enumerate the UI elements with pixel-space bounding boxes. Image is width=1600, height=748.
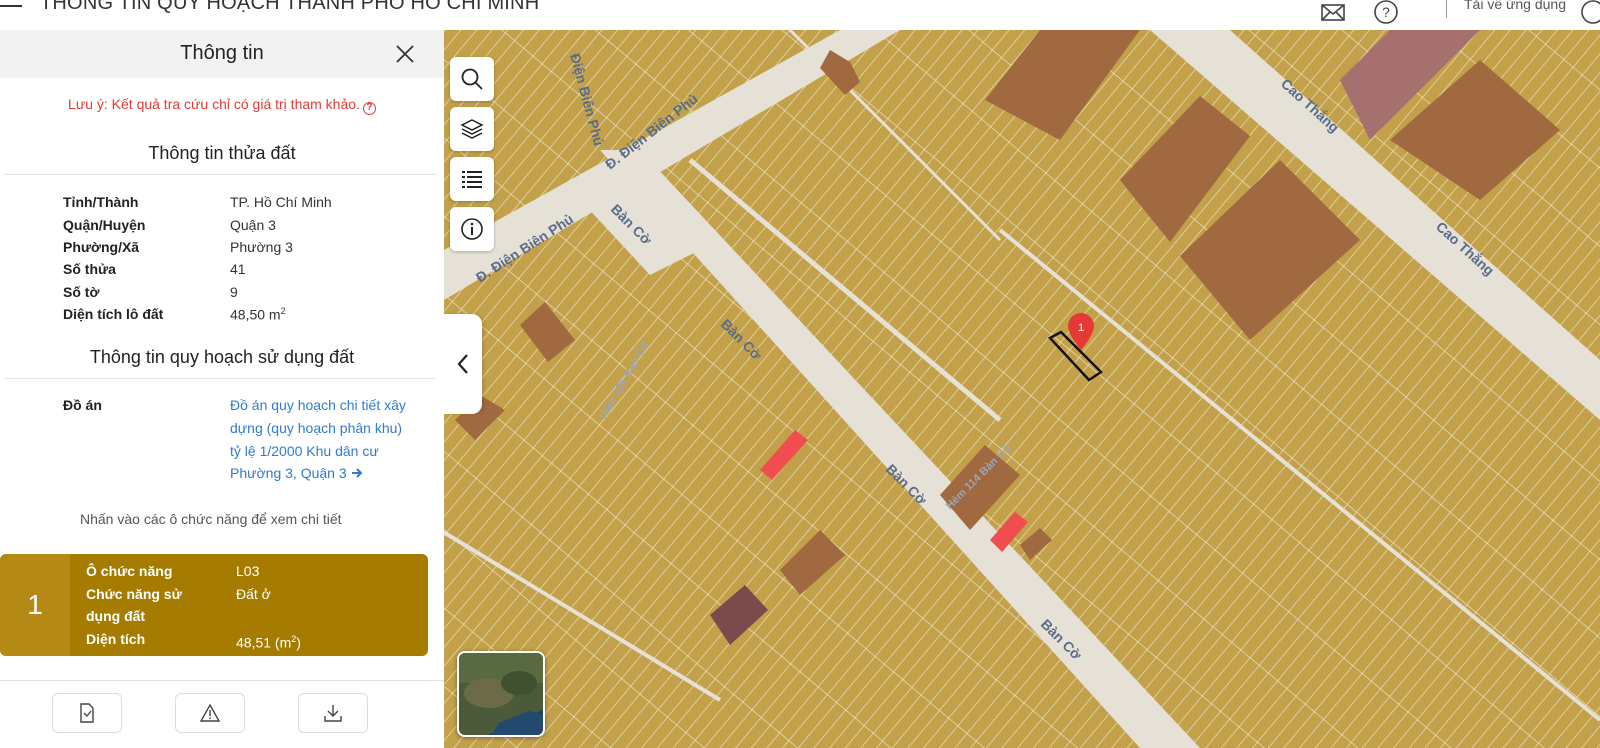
info-row-sheet-number: Số tờ 9 xyxy=(63,281,444,303)
panel-header: Thông tin xyxy=(0,30,444,78)
info-value: Phường 3 xyxy=(230,238,293,255)
info-value: 48,50 m2 xyxy=(230,306,286,323)
function-label: Chức năng sử dụng đất xyxy=(86,585,182,625)
area-superscript: 2 xyxy=(280,305,286,316)
info-icon[interactable] xyxy=(450,207,494,251)
project-link[interactable]: Đồ án quy hoạch chi tiết xây dựng (quy h… xyxy=(230,394,415,484)
function-label: Ô chức năng xyxy=(86,563,173,579)
list-icon[interactable] xyxy=(450,157,494,201)
project-row: Đồ án Đồ án quy hoạch chi tiết xây dựng … xyxy=(63,397,444,484)
report-button[interactable] xyxy=(175,693,245,733)
info-value: 9 xyxy=(230,283,238,300)
info-value: 41 xyxy=(230,261,246,278)
panel-footer xyxy=(0,680,444,748)
function-value: Đất ở xyxy=(236,585,271,602)
download-icon xyxy=(324,705,342,722)
marker-number: 1 xyxy=(1078,322,1084,334)
close-icon[interactable] xyxy=(395,44,415,64)
divider xyxy=(4,378,436,380)
download-app-link[interactable]: Tải về ứng dụng xyxy=(1464,0,1566,12)
function-value: L03 xyxy=(236,563,260,579)
function-zone-card[interactable]: 1 Ô chức năng L03 Chức năng sử dụng đất Đấ… xyxy=(0,554,428,656)
map-toolbar xyxy=(450,57,494,257)
planning-section-title: Thông tin quy hoạch sử dụng đất xyxy=(89,347,355,368)
document-button[interactable] xyxy=(52,693,122,733)
user-icon[interactable] xyxy=(1580,0,1600,26)
area-value: 48,50 m xyxy=(230,306,281,323)
info-label: Quận/Huyện xyxy=(63,216,146,233)
layers-icon[interactable] xyxy=(450,107,494,151)
land-section-title: Thông tin thửa đất xyxy=(148,143,296,163)
info-panel: Thông tin Lưu ý: Kết quả tra cứu chỉ có … xyxy=(0,30,444,748)
document-icon xyxy=(80,703,94,723)
search-icon[interactable] xyxy=(450,57,494,101)
info-label: Số thửa xyxy=(63,261,116,278)
chevron-left-icon xyxy=(457,354,468,374)
app-title: THÔNG TIN QUY HOẠCH THÀNH PHỐ HỒ CHÍ MIN… xyxy=(40,0,540,14)
separator xyxy=(1446,0,1447,18)
minimap-satellite[interactable] xyxy=(457,651,545,737)
function-zone-details: Ô chức năng L03 Chức năng sử dụng đất Đất … xyxy=(70,554,301,656)
info-label: Diện tích lô đất xyxy=(63,306,164,323)
function-zone-index: 1 xyxy=(0,554,70,656)
menu-icon[interactable] xyxy=(0,0,24,14)
info-row-ward: Phường/Xã Phường 3 xyxy=(63,236,444,258)
function-zone-row: Ô chức năng L03 xyxy=(86,560,301,583)
function-area-value: 48,51 (m xyxy=(236,634,292,651)
panel-title: Thông tin xyxy=(180,42,264,64)
land-info-table: Tỉnh/Thành TP. Hồ Chí Minh Quận/Huyện Quận… xyxy=(63,191,444,325)
info-row-district: Quận/Huyện Quận 3 xyxy=(63,213,444,235)
warning-icon xyxy=(199,703,221,722)
function-value: 48,51 (m2) xyxy=(236,628,301,654)
top-bar: THÔNG TIN QUY HOẠCH THÀNH PHỐ HỒ CHÍ MIN… xyxy=(0,0,1600,30)
divider xyxy=(4,174,436,175)
disclaimer-text: Lưu ý: Kết quả tra cứu chỉ có giá trị th… xyxy=(68,96,360,112)
collapse-panel-button[interactable] xyxy=(444,314,482,414)
help-icon[interactable]: ? xyxy=(1373,0,1399,26)
info-row-province: Tỉnh/Thành TP. Hồ Chí Minh xyxy=(63,191,444,213)
function-zone-row: Diện tích 48,51 (m2) xyxy=(86,628,301,654)
info-label: Phường/Xã xyxy=(63,238,140,255)
svg-text:?: ? xyxy=(1382,4,1390,20)
mail-icon[interactable] xyxy=(1320,0,1346,26)
disclaimer-note: Lưu ý: Kết quả tra cứu chỉ có giá trị th… xyxy=(0,96,444,115)
satellite-thumbnail xyxy=(459,653,543,735)
info-row-parcel-number: Số thửa 41 xyxy=(63,258,444,280)
download-button[interactable] xyxy=(298,693,368,733)
function-label: Diện tích xyxy=(86,630,146,647)
arrow-right-icon xyxy=(351,468,362,478)
function-zone-row: Chức năng sử dụng đất Đất ở xyxy=(86,583,301,628)
project-label: Đồ án xyxy=(63,397,102,414)
info-label: Tỉnh/Thành xyxy=(63,194,139,211)
info-value: TP. Hồ Chí Minh xyxy=(230,194,332,211)
info-row-area: Diện tích lô đất 48,50 m2 xyxy=(63,303,444,325)
function-area-tail: ) xyxy=(296,634,301,651)
question-icon[interactable]: ? xyxy=(362,102,376,115)
hint-text: Nhấn vào các ô chức năng để xem chi tiết xyxy=(80,510,342,527)
info-label: Số tờ xyxy=(63,283,100,300)
project-link-text[interactable]: Đồ án quy hoạch chi tiết xây dựng (quy h… xyxy=(230,397,406,481)
info-value: Quận 3 xyxy=(230,216,276,233)
